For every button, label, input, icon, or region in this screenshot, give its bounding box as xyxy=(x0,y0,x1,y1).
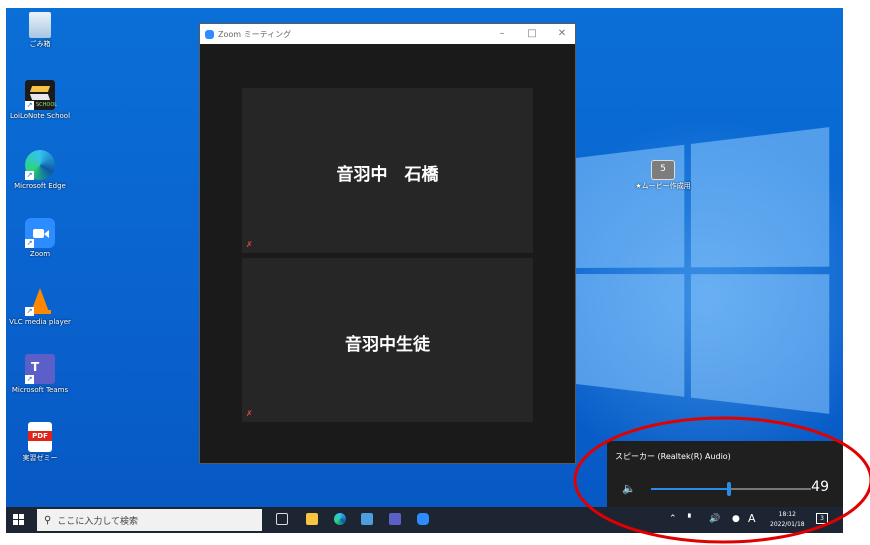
vlc-icon: ↗ xyxy=(25,286,55,316)
search-icon: ⚲ xyxy=(44,515,51,526)
volume-slider-fill xyxy=(651,488,729,490)
participant-name: 音羽中生徒 xyxy=(242,330,533,355)
network-icon[interactable]: ▘ xyxy=(688,514,693,522)
search-placeholder: ここに入力して検索 xyxy=(57,514,138,527)
desktop-icon-movie-folder[interactable]: 5 ★ムービー作成用 xyxy=(628,160,698,191)
desktop-icon-vlc[interactable]: ↗ VLC media player xyxy=(6,286,75,327)
window-title: Zoom ミーティング xyxy=(218,29,291,40)
desktop-icon-teams[interactable]: T ↗ Microsoft Teams xyxy=(6,354,75,395)
notification-count: 3 xyxy=(820,515,824,522)
clock-time: 18:12 xyxy=(770,510,805,520)
video-tile[interactable]: 音羽中 石橋 ✗ xyxy=(242,88,533,253)
video-tile[interactable]: 音羽中生徒 ✗ xyxy=(242,258,533,422)
desktop-icon-zoom[interactable]: ↗ Zoom xyxy=(6,218,75,259)
edge-icon: ↗ xyxy=(25,150,55,180)
pdf-file-icon: PDF xyxy=(28,422,52,452)
chevron-up-icon[interactable]: ⌃ xyxy=(669,514,677,524)
participant-name: 音羽中 石橋 xyxy=(242,160,533,185)
zoom-app-icon[interactable] xyxy=(417,513,429,525)
edge-icon[interactable] xyxy=(334,513,346,525)
wallpaper-windows-logo xyxy=(576,126,835,419)
search-box[interactable]: ⚲ ここに入力して検索 xyxy=(37,509,262,531)
volume-flyout: スピーカー (Realtek(R) Audio) 🔈 49 xyxy=(607,441,843,507)
zoom-logo-icon xyxy=(205,30,214,39)
maximize-button[interactable]: □ xyxy=(517,24,547,44)
mic-muted-icon: ✗ xyxy=(246,241,253,249)
close-button[interactable]: ✕ xyxy=(547,24,577,44)
store-icon[interactable] xyxy=(361,513,373,525)
desktop-icon-edge[interactable]: ↗ Microsoft Edge xyxy=(6,150,75,191)
speaker-icon[interactable]: 🔈 xyxy=(622,482,636,495)
audio-device-label[interactable]: スピーカー (Realtek(R) Audio) xyxy=(615,451,731,462)
recycle-bin-icon xyxy=(29,12,51,38)
volume-slider[interactable] xyxy=(651,488,811,490)
teams-icon[interactable] xyxy=(389,513,401,525)
task-view-icon[interactable] xyxy=(276,513,288,525)
loilonote-icon: SCHOOL ↗ xyxy=(25,80,55,110)
desktop-icon-loilonote[interactable]: SCHOOL ↗ LoiLoNote School xyxy=(6,80,75,121)
movie-folder-icon: 5 xyxy=(651,160,675,180)
notification-icon[interactable]: 3 xyxy=(816,513,828,524)
desktop-icon-pdf[interactable]: PDF 実習ゼミー xyxy=(6,422,75,463)
mic-muted-icon: ✗ xyxy=(246,410,253,418)
start-button[interactable] xyxy=(13,514,24,525)
volume-slider-thumb[interactable] xyxy=(727,482,731,496)
clock[interactable]: 18:12 2022/01/18 xyxy=(770,510,805,530)
volume-icon[interactable]: 🔊 xyxy=(709,514,720,524)
microphone-icon[interactable]: ● xyxy=(732,514,740,524)
minimize-button[interactable]: – xyxy=(487,24,517,44)
zoom-meeting-window[interactable]: Zoom ミーティング – □ ✕ 音羽中 石橋 ✗ 音羽中生徒 ✗ xyxy=(199,23,576,464)
file-explorer-icon[interactable] xyxy=(306,513,318,525)
teams-icon: T ↗ xyxy=(25,354,55,384)
taskbar: ⚲ ここに入力して検索 ⌃ ▘ 🔊 ● A 18:12 2022/01/18 3 xyxy=(6,507,843,533)
zoom-app-icon: ↗ xyxy=(25,218,55,248)
zoom-titlebar[interactable]: Zoom ミーティング – □ ✕ xyxy=(200,24,575,44)
volume-value: 49 xyxy=(811,479,829,495)
clock-date: 2022/01/18 xyxy=(770,520,805,530)
ime-indicator[interactable]: A xyxy=(748,512,756,525)
desktop-icon-recycle-bin[interactable]: ごみ箱 xyxy=(6,12,75,49)
